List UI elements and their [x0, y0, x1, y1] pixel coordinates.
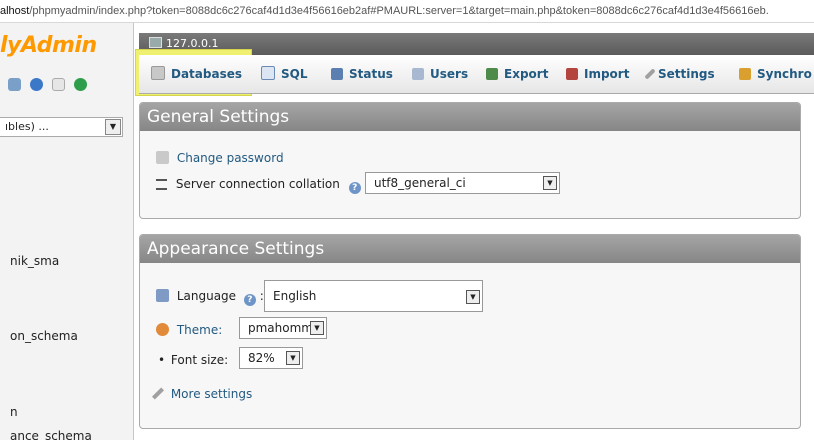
database-item[interactable]: n: [10, 405, 18, 419]
key-icon: [156, 151, 169, 164]
theme-link[interactable]: Theme:: [177, 323, 222, 337]
status-icon: [331, 68, 343, 80]
database-item[interactable]: ance_schema: [10, 429, 92, 440]
change-password-link[interactable]: Change password: [177, 151, 284, 165]
help-icon[interactable]: ?: [243, 294, 256, 306]
home-icon[interactable]: [8, 78, 21, 91]
tab-label: Status: [349, 67, 393, 81]
collation-select[interactable]: utf8_general_ci ▼: [365, 172, 560, 194]
main-tabs: Databases SQL Status Users Export Import…: [139, 55, 814, 94]
users-icon: [412, 68, 424, 80]
tab-synchronize[interactable]: Synchro: [739, 62, 812, 86]
chevron-down-icon: ▼: [543, 176, 557, 190]
appearance-settings-panel: Appearance Settings Language ? : English…: [139, 234, 801, 429]
language-select[interactable]: English ▼: [264, 280, 483, 312]
bullet: •: [158, 353, 166, 367]
logout-icon[interactable]: [30, 78, 43, 91]
address-path: /phpmyadmin/index.php?token=8088dc6c276c…: [29, 5, 769, 17]
list-icon: [156, 179, 167, 190]
more-settings-row: More settings: [151, 387, 252, 401]
tab-import[interactable]: Import: [566, 62, 629, 86]
wrench-icon: [151, 387, 165, 400]
tab-status[interactable]: Status: [331, 62, 393, 86]
chevron-down-icon: ▼: [105, 119, 121, 135]
chevron-down-icon: ▼: [286, 351, 300, 365]
chevron-down-icon: ▼: [466, 290, 480, 304]
general-settings-panel: General Settings Change password Server …: [139, 102, 801, 219]
collation-select-value: utf8_general_ci: [374, 176, 466, 190]
language-select-value: English: [273, 289, 317, 303]
more-settings-link[interactable]: More settings: [171, 387, 252, 401]
database-item[interactable]: nik_sma: [10, 254, 59, 268]
tab-label: Export: [504, 67, 549, 81]
server-icon: [149, 37, 162, 48]
tab-label: Databases: [171, 67, 243, 81]
font-size-select[interactable]: 82% ▼: [239, 347, 303, 369]
address-host: alhost: [0, 5, 30, 17]
chevron-down-icon: ▼: [310, 321, 324, 335]
address-bar[interactable]: alhost/phpmyadmin/index.php?token=8088dc…: [0, 0, 814, 23]
phpmyadmin-logo[interactable]: lyAdmin: [0, 33, 97, 58]
tab-users[interactable]: Users: [412, 62, 468, 86]
tab-label: Settings: [658, 67, 715, 81]
panel-title: General Settings: [140, 103, 800, 131]
nav-icon-row: [8, 78, 87, 91]
tab-label: Synchro: [757, 67, 812, 81]
language-icon: [156, 289, 169, 302]
docs-icon[interactable]: [52, 78, 65, 91]
synchronize-icon: [739, 68, 751, 80]
tab-label: Users: [430, 67, 469, 81]
theme-row: Theme:: [156, 323, 222, 337]
tab-export[interactable]: Export: [486, 62, 548, 86]
panel-title: Appearance Settings: [140, 235, 800, 263]
collation-row: Server connection collation ? :: [156, 177, 369, 194]
font-size-select-value: 82%: [248, 351, 275, 365]
font-size-label: Font size:: [170, 353, 229, 367]
theme-select[interactable]: pmahomme ▼: [239, 317, 327, 339]
export-icon: [486, 68, 498, 80]
sql-icon: [261, 66, 275, 80]
tab-label: SQL: [281, 67, 308, 81]
font-size-row: • Font size:: [158, 353, 228, 367]
language-row: Language ? :: [156, 289, 264, 306]
help-icon[interactable]: ?: [348, 182, 361, 194]
tab-sql[interactable]: SQL: [261, 62, 308, 86]
left-navigation: lyAdmin ıbles) ... ▼ nik_sma on_schema n…: [0, 23, 134, 440]
change-password-row: Change password: [156, 151, 284, 165]
database-select[interactable]: ıbles) ... ▼: [0, 117, 123, 137]
language-label: Language: [176, 289, 237, 303]
wrench-icon: [644, 68, 656, 80]
tab-label: Import: [584, 67, 630, 81]
database-select-value: ıbles) ...: [5, 120, 49, 133]
database-item[interactable]: on_schema: [10, 329, 78, 343]
reload-icon[interactable]: [74, 78, 87, 91]
palette-icon: [156, 323, 169, 336]
import-icon: [566, 68, 578, 80]
database-icon: [151, 66, 165, 80]
collation-label: Server connection collation: [175, 177, 340, 191]
tab-databases[interactable]: Databases: [151, 62, 242, 86]
tab-settings[interactable]: Settings: [644, 62, 715, 86]
